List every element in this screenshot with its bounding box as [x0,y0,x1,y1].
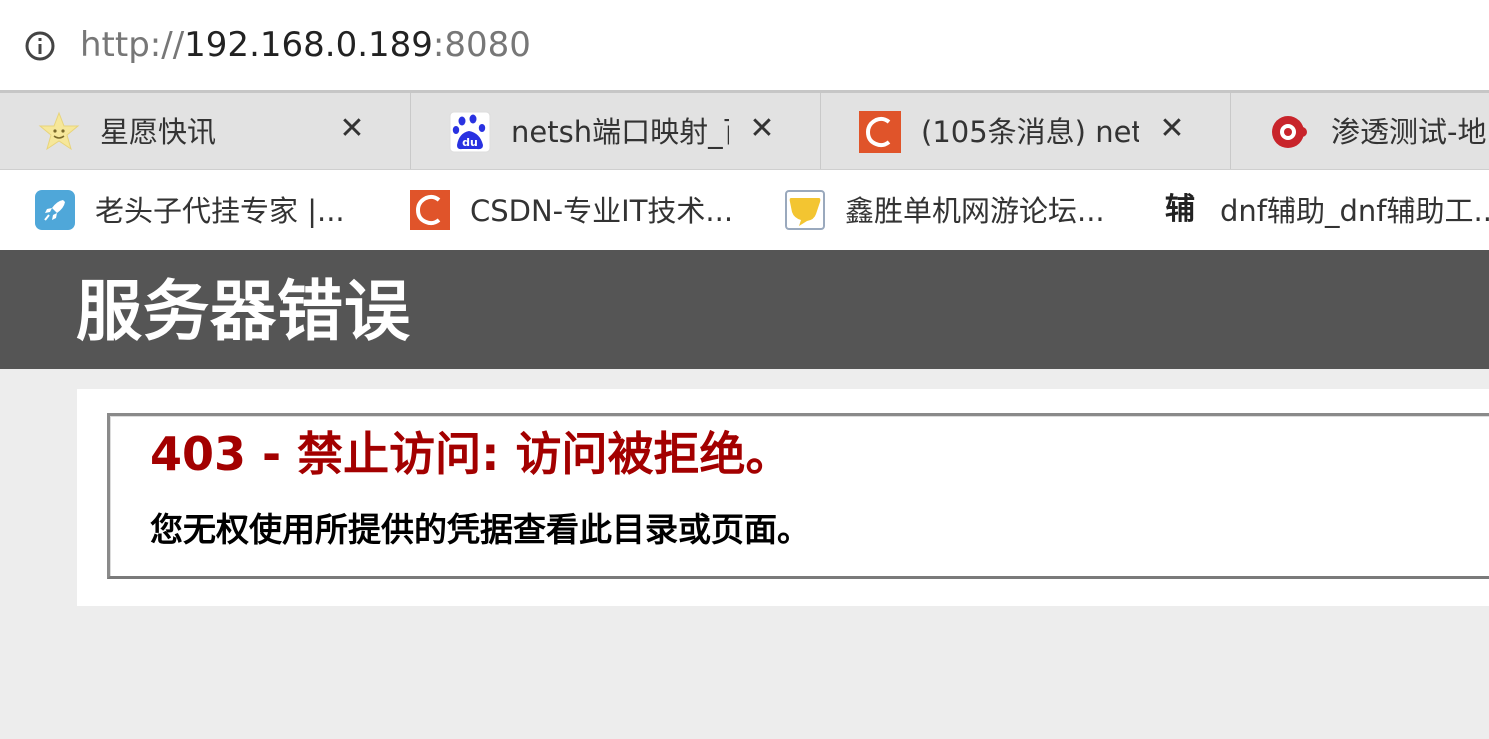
csdn-c-icon [859,111,901,153]
page-header: 服务器错误 [0,250,1489,369]
svg-text:du: du [462,136,478,149]
url-scheme: http:// [80,25,185,65]
url-port: :8080 [432,25,531,65]
bookmark-label: 老头子代挂专家 |... [95,194,345,228]
error-title: 403 - 禁止访问: 访问被拒绝。 [150,427,792,481]
info-icon[interactable] [24,30,56,62]
tab-close-icon[interactable]: ✕ [745,109,779,149]
bookmarks-bar: 老头子代挂专家 |... CSDN-专业IT技术... 鑫胜单机网游论坛... … [0,170,1489,250]
url-text[interactable]: http://192.168.0.189:8080 [80,22,531,68]
tab-xingyuan[interactable]: 星愿快讯 ✕ [0,93,411,169]
tab-strip: 星愿快讯 ✕ du netsh端口映射_百度搜索 ✕ (105条消息) nets… [0,90,1489,170]
bookmark-dnf[interactable]: 辅 dnf辅助_dnf辅助工... [1160,170,1489,250]
address-bar[interactable]: http://192.168.0.189:8080 [0,0,1489,90]
tab-csdn-netsh[interactable]: (105条消息) netsh ✕ [821,93,1231,169]
page-title: 服务器错误 [76,273,411,350]
csdn-c-icon [410,190,450,230]
fu-char-icon: 辅 [1165,192,1195,227]
bookmark-csdn[interactable]: CSDN-专业IT技术... [410,170,750,250]
tab-pentest[interactable]: 渗透测试-地 [1231,93,1489,169]
red-logo-icon [1272,116,1307,148]
rocket-icon [35,190,75,230]
error-fieldset: 403 - 禁止访问: 访问被拒绝。 您无权使用所提供的凭据查看此目录或页面。 [107,413,1489,579]
baidu-paw-icon: du [449,111,491,153]
bookmark-laotouzi[interactable]: 老头子代挂专家 |... [35,170,375,250]
bookmark-label: CSDN-专业IT技术... [470,194,734,228]
tab-title: 渗透测试-地 [1331,115,1487,149]
star-face-icon [38,111,80,151]
tab-close-icon[interactable]: ✕ [1155,109,1189,149]
tab-title: 星愿快讯 [100,115,217,149]
tab-title: netsh端口映射_百度搜索 [511,115,729,149]
tab-title: (105条消息) netsh [921,115,1139,149]
content-panel: 403 - 禁止访问: 访问被拒绝。 您无权使用所提供的凭据查看此目录或页面。 [77,389,1489,606]
bookmark-xinsheng[interactable]: 鑫胜单机网游论坛... [785,170,1125,250]
url-host: 192.168.0.189 [184,25,433,65]
yellow-speech-icon [785,190,825,230]
tab-close-icon[interactable]: ✕ [335,109,369,149]
tab-baidu-search[interactable]: du netsh端口映射_百度搜索 ✕ [411,93,821,169]
bookmark-label: 鑫胜单机网游论坛... [845,194,1105,228]
error-description: 您无权使用所提供的凭据查看此目录或页面。 [150,510,810,549]
bookmark-label: dnf辅助_dnf辅助工... [1220,194,1489,228]
